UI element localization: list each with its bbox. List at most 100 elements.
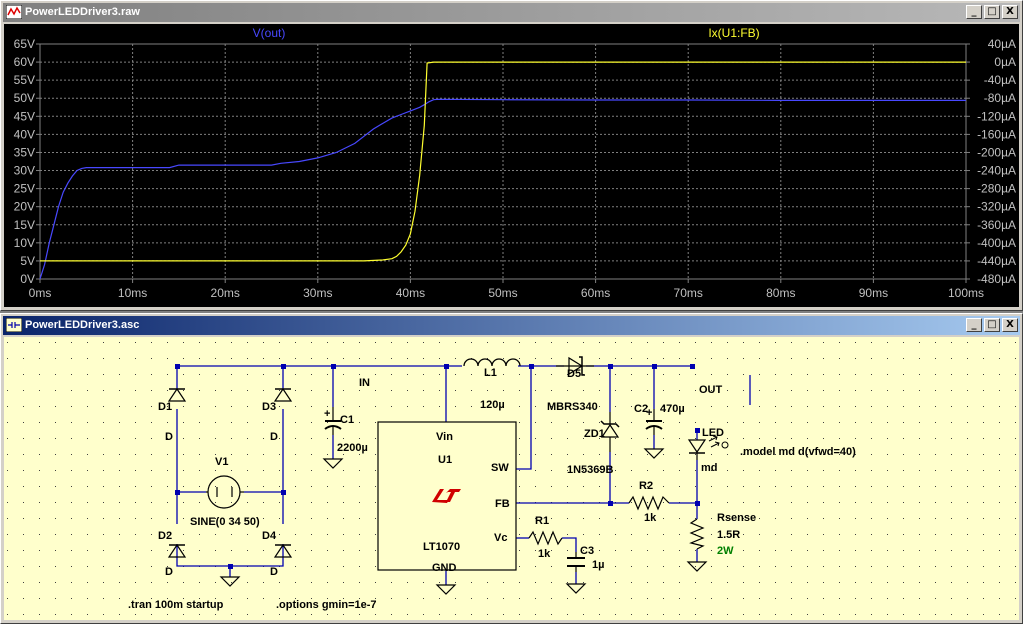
left-tick-label: 20V (14, 200, 35, 214)
trace-label-ifb: Ix(U1:FB) (708, 26, 759, 40)
waveform-plot-area[interactable]: 0V 5V 10V 15V 20V 25V 30V 35V 40V 45V 50V 55V 60V 65V… (4, 24, 1019, 307)
waveform-window-title: PowerLEDDriver3.raw (25, 6, 140, 18)
r2-label: R2 (639, 480, 653, 492)
x-tick-label: 100ms (948, 286, 984, 300)
r1-value: 1k (538, 548, 551, 560)
right-tick-label: -200µA (977, 145, 1016, 159)
zd1-label: ZD1 (584, 428, 605, 440)
d4-type: D (270, 566, 278, 578)
right-tick-label: -240µA (977, 164, 1016, 178)
r2-value: 1k (644, 512, 657, 524)
rsense-label: Rsense (717, 512, 756, 524)
left-tick-label: 5V (20, 254, 35, 268)
d2-label: D2 (158, 530, 172, 542)
waveform-window[interactable]: PowerLEDDriver3.raw _ □ X 0V 5V 10V 15V 20V 2… (0, 0, 1023, 311)
schematic-drawing[interactable]: + + IN OUT D1 D D3 D D2 D D4 D V1 SINE(0… (4, 337, 1019, 619)
schematic-app-icon (6, 318, 22, 332)
right-tick-label: -320µA (977, 200, 1016, 214)
waveform-chart[interactable]: 0V 5V 10V 15V 20V 25V 30V 35V 40V 45V 50V 55V 60V 65V… (4, 24, 1019, 306)
close-button[interactable]: X (1002, 5, 1018, 19)
options-directive[interactable]: .options gmin=1e-7 (276, 599, 377, 611)
left-tick-label: 10V (14, 236, 35, 250)
right-tick-label: -360µA (977, 218, 1016, 232)
right-tick-label: -440µA (977, 254, 1016, 268)
l1-value: 120µ (480, 399, 505, 411)
rsense-value: 1.5R (717, 529, 740, 541)
trace-label-vout: V(out) (253, 26, 286, 40)
c1-label: C1 (340, 414, 354, 426)
c3-label: C3 (580, 545, 594, 557)
right-tick-label: -480µA (977, 272, 1016, 286)
x-tick-label: 0ms (29, 286, 52, 300)
left-tick-label: 30V (14, 164, 35, 178)
left-tick-label: 55V (14, 73, 35, 87)
left-tick-label: 0V (20, 272, 35, 286)
left-tick-label: 15V (14, 218, 35, 232)
x-tick-label: 70ms (674, 286, 703, 300)
led-model: md (701, 462, 718, 474)
left-tick-label: 40V (14, 127, 35, 141)
x-tick-label: 20ms (211, 286, 240, 300)
left-tick-label: 65V (14, 37, 35, 51)
u1-label: U1 (438, 454, 452, 466)
u1-pin-vin: Vin (436, 431, 453, 443)
led-label: LED (702, 427, 724, 439)
right-tick-label: -120µA (977, 109, 1016, 123)
x-tick-label: 30ms (303, 286, 332, 300)
left-tick-label: 50V (14, 91, 35, 105)
x-tick-label: 40ms (396, 286, 425, 300)
d3-label: D3 (262, 401, 276, 413)
u1-part: LT1070 (423, 541, 460, 553)
waveform-title-bar[interactable]: PowerLEDDriver3.raw _ □ X (3, 3, 1020, 22)
x-tick-label: 10ms (118, 286, 147, 300)
right-tick-label: -400µA (977, 236, 1016, 250)
net-label-out: OUT (699, 384, 723, 396)
svg-text:+: + (324, 408, 330, 420)
c2-value: 470µ (660, 403, 685, 415)
x-tick-label: 80ms (766, 286, 795, 300)
d5-part: MBRS340 (547, 401, 598, 413)
d4-label: D4 (262, 530, 277, 542)
u1-pin-sw: SW (491, 462, 509, 474)
right-tick-label: 0µA (994, 55, 1016, 69)
left-tick-label: 35V (14, 145, 35, 159)
v1-value: SINE(0 34 50) (190, 516, 260, 528)
d3-type: D (270, 431, 278, 443)
restore-button[interactable]: □ (984, 5, 1000, 19)
u1-pin-fb: FB (495, 498, 510, 510)
right-tick-label: -280µA (977, 182, 1016, 196)
right-tick-label: 40µA (988, 37, 1016, 51)
d1-type: D (165, 431, 173, 443)
rsense-power: 2W (717, 545, 734, 557)
d1-label: D1 (158, 401, 172, 413)
minimize-button[interactable]: _ (966, 5, 982, 19)
d5-label: D5 (567, 368, 581, 380)
model-directive[interactable]: .model md d(vfwd=40) (740, 446, 856, 458)
left-tick-label: 25V (14, 182, 35, 196)
schematic-window[interactable]: PowerLEDDriver3.asc _ □ X + + IN OUT D1 … (0, 313, 1023, 624)
zd1-part: 1N5369B (567, 464, 614, 476)
waveform-app-icon (6, 5, 22, 19)
schematic-title-bar[interactable]: PowerLEDDriver3.asc _ □ X (3, 316, 1020, 335)
schematic-canvas[interactable]: + + IN OUT D1 D D3 D D2 D D4 D V1 SINE(0… (4, 337, 1019, 620)
x-tick-label: 90ms (859, 286, 888, 300)
x-tick-label: 50ms (488, 286, 517, 300)
restore-button[interactable]: □ (984, 318, 1000, 332)
r1-label: R1 (535, 515, 549, 527)
l1-label: L1 (484, 367, 497, 379)
v1-label: V1 (215, 456, 228, 468)
schematic-window-title: PowerLEDDriver3.asc (25, 319, 140, 331)
u1-pin-gnd: GND (432, 562, 457, 574)
u1-pin-vc: Vc (494, 532, 507, 544)
tran-directive[interactable]: .tran 100m startup (128, 599, 224, 611)
d2-type: D (165, 566, 173, 578)
close-button[interactable]: X (1002, 318, 1018, 332)
right-tick-label: -160µA (977, 127, 1016, 141)
right-tick-label: -80µA (984, 91, 1016, 105)
left-tick-label: 60V (14, 55, 35, 69)
net-label-in: IN (359, 377, 370, 389)
left-tick-label: 45V (14, 109, 35, 123)
minimize-button[interactable]: _ (966, 318, 982, 332)
right-tick-label: -40µA (984, 73, 1016, 87)
c3-value: 1µ (592, 559, 604, 571)
